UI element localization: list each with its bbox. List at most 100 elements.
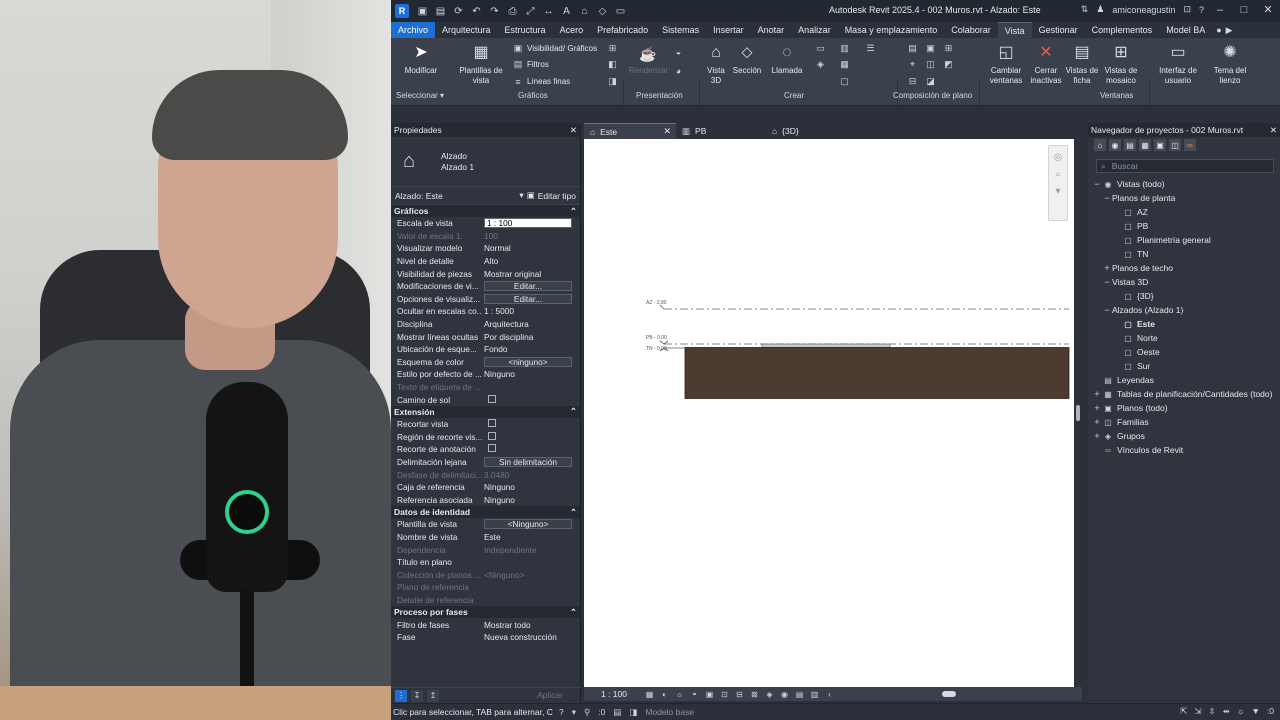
titleblock-icon[interactable]: ▣ xyxy=(925,43,936,54)
text-icon[interactable]: A xyxy=(559,4,574,18)
sheet-icon[interactable]: ▤ xyxy=(907,43,918,54)
temp-hide-icon[interactable]: ◈ xyxy=(764,690,775,699)
collapse-icon[interactable]: − xyxy=(1102,277,1112,287)
section-icon[interactable]: ◇ xyxy=(595,4,610,18)
collapse-icon[interactable]: ⌃ xyxy=(570,206,577,217)
property-value[interactable]: Por disciplina xyxy=(482,332,580,342)
property-button[interactable]: Editar... xyxy=(484,293,572,304)
tab-masa[interactable]: Masa y emplazamiento xyxy=(838,22,945,38)
property-value[interactable] xyxy=(482,394,580,405)
property-value[interactable]: Mostrar original xyxy=(482,269,580,279)
measure-icon[interactable]: ⤢ xyxy=(523,4,538,18)
user-icon[interactable]: ♟ xyxy=(1096,4,1104,15)
property-button[interactable]: Editar... xyxy=(484,281,572,292)
property-checkbox[interactable] xyxy=(488,419,496,428)
help-icon[interactable]: ? xyxy=(1199,5,1204,15)
tab-sistemas[interactable]: Sistemas xyxy=(655,22,706,38)
revit-logo-icon[interactable]: R xyxy=(395,4,409,18)
render-icon[interactable]: ▣ xyxy=(704,690,715,699)
browser-schedules-icon[interactable]: ▦ xyxy=(1139,139,1151,151)
tree-item[interactable]: − Vistas 3D xyxy=(1088,275,1280,289)
sync-status-icon[interactable]: ⇅ xyxy=(1081,4,1089,15)
tree-item[interactable]: ▢ Oeste xyxy=(1088,345,1280,359)
horizontal-scrollbar-thumb[interactable] xyxy=(942,691,956,697)
property-button[interactable]: <ninguno> xyxy=(484,356,572,367)
property-value[interactable]: Sin delimitación xyxy=(482,456,580,467)
drawing-canvas[interactable]: AZ - 2,80 PB - 0,00 TN - 0,00 ◎ ⌕ ▾ xyxy=(584,139,1074,687)
shadows-icon[interactable]: ◓ xyxy=(689,690,700,699)
graphics-extra-icon-1[interactable]: ⊞ xyxy=(607,43,618,54)
property-value[interactable]: Alto xyxy=(482,256,580,266)
cart-icon[interactable]: ⊡ xyxy=(1183,4,1191,15)
seleccionar-dropdown[interactable]: Seleccionar ▾ xyxy=(396,91,444,100)
constraints-icon[interactable]: ‹ xyxy=(824,690,835,699)
tree-item[interactable]: + ▣ Planos (todo) xyxy=(1088,401,1280,415)
view-tab-pb[interactable]: ▥ PB xyxy=(676,123,766,139)
schedules-icon[interactable]: ▦ xyxy=(839,59,850,70)
tab-acero[interactable]: Acero xyxy=(553,22,591,38)
steering-wheel-icon[interactable]: ◎ xyxy=(1049,152,1067,163)
filter-icon[interactable]: ▾ xyxy=(572,707,576,718)
3d-house-icon[interactable]: ⌂ xyxy=(577,4,592,18)
filtros-button[interactable]: ▤ Filtros xyxy=(512,59,549,70)
save-icon[interactable]: ▤ xyxy=(433,4,448,18)
modificar-button[interactable]: ➤ Modificar xyxy=(397,42,445,76)
tree-item[interactable]: ▢ Norte xyxy=(1088,331,1280,345)
matchline-icon[interactable]: ◩ xyxy=(943,59,954,70)
lineas-finas-button[interactable]: ≡ Líneas finas xyxy=(512,76,570,87)
property-value[interactable]: Este xyxy=(482,532,580,542)
scope-box-icon[interactable]: ▢ xyxy=(839,76,850,87)
property-value[interactable] xyxy=(482,444,580,454)
analytical-icon[interactable]: ▥ xyxy=(809,690,820,699)
property-value[interactable]: Editar... xyxy=(482,281,580,292)
undo-icon[interactable]: ↶ xyxy=(469,4,484,18)
property-value[interactable]: <ninguno> xyxy=(482,356,580,367)
revisions-icon[interactable]: ◫ xyxy=(925,59,936,70)
tab-analizar[interactable]: Analizar xyxy=(791,22,838,38)
property-value[interactable]: Ninguno xyxy=(482,482,580,492)
drafting-view-icon[interactable]: ▭ xyxy=(815,43,826,54)
property-value[interactable]: 1 : 100 xyxy=(482,218,580,229)
tab-estructura[interactable]: Estructura xyxy=(498,22,553,38)
edit-type-button[interactable]: ▾ ▣ Editar tipo xyxy=(519,190,576,201)
view-tab-3d[interactable]: ⌂ {3D} xyxy=(766,123,805,139)
close-tab-icon[interactable]: ✕ xyxy=(663,126,671,137)
user-name[interactable]: amiconeagustin xyxy=(1112,5,1175,15)
collapse-icon[interactable]: ⌃ xyxy=(570,607,577,618)
browser-sheets-icon[interactable]: ▤ xyxy=(1124,139,1136,151)
tree-item[interactable]: ▢ Planimetría general xyxy=(1088,233,1280,247)
browser-families-icon[interactable]: ▣ xyxy=(1154,139,1166,151)
graphics-extra-icon-2[interactable]: ◧ xyxy=(607,59,618,70)
nav-dropdown-icon[interactable]: ▾ xyxy=(1049,186,1067,197)
vistas-ficha-button[interactable]: ▤ Vistas de ficha xyxy=(1064,42,1100,86)
filter-icon[interactable]: ▼ xyxy=(1251,706,1259,717)
cerrar-inactivas-button[interactable]: ✕ Cerrar inactivas xyxy=(1028,42,1064,86)
tree-item[interactable]: ▢ TN xyxy=(1088,247,1280,261)
browser-groups-icon[interactable]: ◫ xyxy=(1169,139,1181,151)
tema-lienzo-button[interactable]: ✺ Tema del lienzo xyxy=(1209,42,1251,86)
tab-prefabricado[interactable]: Prefabricado xyxy=(590,22,655,38)
tab-archivo[interactable]: Archivo xyxy=(391,22,436,38)
property-value[interactable]: Fondo xyxy=(482,344,580,354)
collapse-icon[interactable]: ⌃ xyxy=(570,507,577,518)
browser-home-icon[interactable]: ⌂ xyxy=(1094,139,1106,151)
open-icon[interactable]: ▣ xyxy=(415,4,430,18)
model-label[interactable]: Modelo base xyxy=(645,707,694,717)
property-group-header[interactable]: Gráficos ⌃ xyxy=(391,205,580,217)
dimension-icon[interactable]: ↔ xyxy=(541,4,556,18)
property-checkbox[interactable] xyxy=(488,394,496,403)
interfaz-usuario-button[interactable]: ▭ Interfaz de usuario xyxy=(1155,42,1201,86)
property-value[interactable]: Mostrar todo xyxy=(482,620,580,630)
tree-item[interactable]: + ◈ Grupos xyxy=(1088,429,1280,443)
sort-alpha-icon[interactable]: ↧ xyxy=(411,689,423,702)
property-value[interactable] xyxy=(482,419,580,429)
select-pinned-icon[interactable]: ⇳ xyxy=(1208,706,1215,717)
apply-button[interactable]: Aplicar xyxy=(531,690,569,702)
view-list-icon[interactable]: ☰ xyxy=(865,43,876,54)
tab-insertar[interactable]: Insertar xyxy=(706,22,751,38)
wall-elevation[interactable] xyxy=(684,347,1070,399)
seccion-button[interactable]: ⬦ Sección xyxy=(731,42,763,76)
roof-slab[interactable] xyxy=(761,343,891,348)
property-value[interactable]: 1 : 5000 xyxy=(482,306,580,316)
property-value[interactable]: Ninguno xyxy=(482,495,580,505)
